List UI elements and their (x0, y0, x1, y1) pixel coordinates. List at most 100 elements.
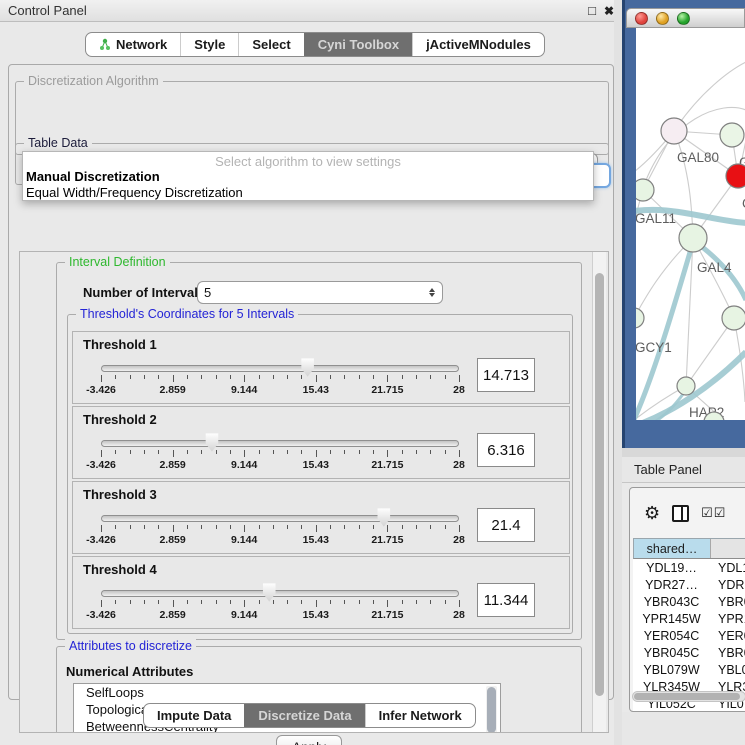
network-node-label: GCY1 (636, 340, 672, 355)
scale-label: 28 (453, 534, 465, 546)
tab-network[interactable]: Network (86, 33, 180, 56)
tab-label: Infer Network (379, 708, 462, 723)
settings-vertical-scrollbar[interactable] (592, 252, 606, 733)
scale-label: -3.426 (86, 459, 116, 471)
algorithm-option[interactable]: Equal Width/Frequency Discretization (23, 185, 593, 201)
threshold-value-field[interactable] (477, 583, 535, 617)
table-cell: YER054C (633, 627, 710, 644)
slider-track[interactable] (101, 515, 459, 522)
apply-button[interactable]: Apply (276, 735, 342, 745)
algorithm-dropdown-items: Manual DiscretizationEqual Width/Frequen… (23, 169, 593, 201)
scale-label: 21.715 (371, 609, 403, 621)
slider-track[interactable] (101, 590, 459, 597)
scrollbar-thumb[interactable] (634, 693, 740, 700)
column-header[interactable]: name (711, 539, 745, 558)
select-columns-icon[interactable]: ☑☑ (701, 505, 726, 521)
column-header[interactable]: shared… (634, 539, 711, 558)
tab-label: Impute Data (157, 708, 231, 723)
thresholds-stack: Threshold 1-3.4262.8599.14415.4321.71528… (72, 331, 570, 631)
scale-label: 2.859 (159, 459, 185, 471)
table-row[interactable]: YPR145WYPR1 (633, 610, 745, 627)
float-panel-icon[interactable]: □ (588, 4, 596, 17)
table-cell: YBL0 (710, 661, 745, 678)
table-row[interactable]: YBR045CYBR0 (633, 644, 745, 661)
table-data-group-title: Table Data (24, 136, 92, 151)
table-panel-titlebar: Table Panel (622, 457, 745, 483)
tab-style[interactable]: Style (180, 33, 238, 56)
scale-label: 15.43 (303, 534, 329, 546)
table-cell: YDR2 (710, 576, 745, 593)
interval-definition-group-title: Interval Definition (65, 255, 170, 270)
table-cell: YBL079W (633, 661, 710, 678)
network-node[interactable] (726, 164, 745, 188)
slider-track[interactable] (101, 440, 459, 447)
algorithm-dropdown-prompt: Select algorithm to view settings (23, 154, 593, 169)
network-node[interactable] (677, 377, 695, 395)
network-node[interactable] (720, 123, 744, 147)
panel-title: Control Panel (8, 3, 87, 18)
close-panel-icon[interactable]: ✖ (604, 5, 614, 17)
table-row[interactable]: YER054CYER0 (633, 627, 745, 644)
scrollbar-thumb[interactable] (595, 273, 604, 696)
tab-label: Discretize Data (258, 708, 351, 723)
scale-label: -3.426 (86, 384, 116, 396)
scale-label: 21.715 (371, 459, 403, 471)
scale-label: 15.43 (303, 609, 329, 621)
network-canvas[interactable]: GAL80GACGAL11GAL4GCY1HHAP2 (636, 28, 745, 420)
number-of-intervals-value: 5 (204, 285, 211, 300)
table-cell: YBR0 (710, 644, 745, 661)
attribute-list-item[interactable]: SelfLoops (74, 684, 500, 701)
threshold-value-field[interactable] (477, 433, 535, 467)
spinner-icon (429, 288, 436, 297)
cyni-toolbox-panel: Discretization Algorithm Select algorith… (8, 64, 614, 700)
window-frame-edge (622, 0, 625, 448)
app: Control Panel □ ✖ NetworkStyleSelectCyni… (0, 0, 745, 745)
table-row[interactable]: YBR043CYBR0 (633, 593, 745, 610)
threshold-label: Threshold 3 (83, 487, 157, 502)
table-cell: YER0 (710, 627, 745, 644)
table-row[interactable]: YBL079WYBL0 (633, 661, 745, 678)
network-node[interactable] (679, 224, 707, 252)
table-cell: YPR145W (633, 610, 710, 627)
threshold-value-field[interactable] (477, 358, 535, 392)
scale-label: 2.859 (159, 534, 185, 546)
threshold-value-field[interactable] (477, 508, 535, 542)
network-node[interactable] (661, 118, 687, 144)
tab-jactivemnodules[interactable]: jActiveMNodules (412, 33, 544, 56)
network-node[interactable] (636, 179, 654, 201)
scale-label: 28 (453, 384, 465, 396)
attributes-group-title: Attributes to discretize (65, 639, 196, 654)
table-panel-toolbar: ⚙ ☑☑ (630, 488, 745, 538)
table-cell: YDL1 (710, 559, 745, 576)
slider-track[interactable] (101, 365, 459, 372)
number-of-intervals-label: Number of Intervals (83, 285, 205, 300)
scrollbar-thumb[interactable] (487, 687, 496, 733)
thresholds-group-title: Threshold's Coordinates for 5 Intervals (76, 307, 298, 322)
slider-scale-labels: -3.4262.8599.14415.4321.71528 (101, 609, 459, 621)
attributes-list-scrollbar[interactable] (486, 686, 497, 733)
tab-infer-network[interactable]: Infer Network (365, 704, 475, 727)
node-attribute-table: shared…name YDL19…YDL1YDR27…YDR2YBR043CY… (633, 538, 745, 712)
table-horizontal-scrollbar[interactable] (632, 691, 745, 702)
tab-discretize-data[interactable]: Discretize Data (244, 704, 364, 727)
tab-impute-data[interactable]: Impute Data (144, 704, 244, 727)
number-of-intervals-combo[interactable]: 5 (197, 281, 443, 304)
slider-scale-labels: -3.4262.8599.14415.4321.71528 (101, 459, 459, 471)
algorithm-option[interactable]: Manual Discretization (23, 169, 593, 185)
tab-cyni-toolbox[interactable]: Cyni Toolbox (304, 33, 412, 56)
network-node[interactable] (722, 306, 745, 330)
table-cell: YBR043C (633, 593, 710, 610)
table-panel-footer (622, 712, 745, 745)
table-row[interactable]: YDR27…YDR2 (633, 576, 745, 593)
close-window-icon[interactable] (635, 12, 648, 25)
network-node-label: GAL11 (636, 211, 676, 226)
gear-icon[interactable]: ⚙ (644, 504, 660, 522)
table-row[interactable]: YDL19…YDL1 (633, 559, 745, 576)
table-panel-title: Table Panel (634, 462, 702, 477)
tab-select[interactable]: Select (238, 33, 303, 56)
network-node[interactable] (636, 308, 644, 328)
threshold-label: Threshold 4 (83, 562, 157, 577)
split-columns-icon[interactable] (672, 505, 689, 522)
zoom-window-icon[interactable] (677, 12, 690, 25)
minimize-window-icon[interactable] (656, 12, 669, 25)
